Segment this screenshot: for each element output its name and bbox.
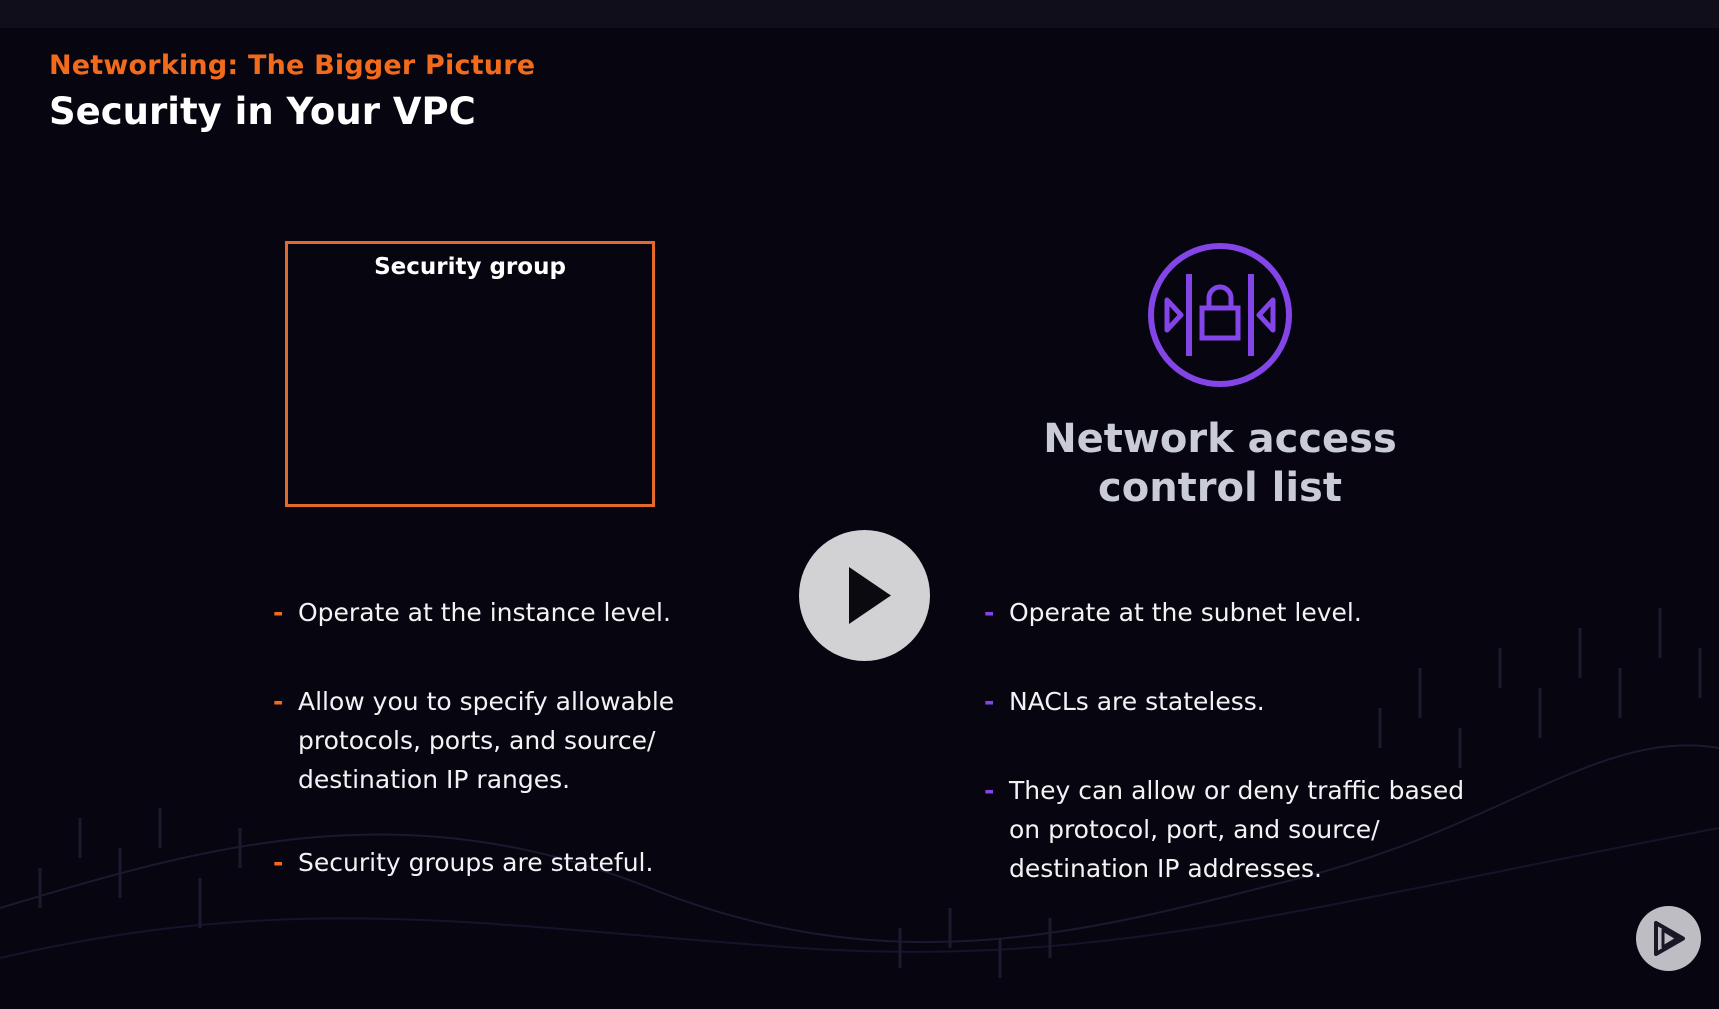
bullet-text: NACLs are stateless. xyxy=(1009,687,1265,716)
bullet-dash: - xyxy=(273,687,284,716)
bullet-dash: - xyxy=(984,776,995,805)
section-eyebrow: Networking: The Bigger Picture xyxy=(49,50,536,81)
security-group-label: Security group xyxy=(374,254,566,280)
security-group-box: Security group xyxy=(285,241,655,507)
bullet-text: Operate at the subnet level. xyxy=(1009,598,1362,627)
bullet-dash: - xyxy=(273,598,284,627)
nacl-title: Network access control list xyxy=(1043,416,1397,511)
bullet-text: Operate at the instance level. xyxy=(298,598,671,627)
nacl-bullet-2: - NACLs are stateless. xyxy=(984,682,1469,721)
slide: Networking: The Bigger Picture Security … xyxy=(0,28,1719,1009)
nacl-bullet-1: - Operate at the subnet level. xyxy=(984,593,1469,632)
bullet-dash: - xyxy=(984,598,995,627)
bullet-dash: - xyxy=(273,848,284,877)
lock-shield-icon xyxy=(1148,243,1292,387)
pluralsight-logo-icon xyxy=(1654,921,1685,956)
sg-bullet-3: - Security groups are stateful. xyxy=(273,843,718,882)
top-bar xyxy=(0,0,1719,28)
bullet-dash: - xyxy=(984,687,995,716)
bullet-text: They can allow or deny traffic based on … xyxy=(1009,776,1465,883)
play-icon xyxy=(849,567,891,624)
pluralsight-logo-button[interactable] xyxy=(1636,906,1701,971)
bullet-text: Security groups are stateful. xyxy=(298,848,654,877)
page-title: Security in Your VPC xyxy=(49,90,476,133)
bullet-text: Allow you to specify allowable protocols… xyxy=(298,687,675,794)
sg-bullet-2: - Allow you to specify allowable protoco… xyxy=(273,682,688,799)
nacl-bullet-3: - They can allow or deny traffic based o… xyxy=(984,771,1469,888)
play-button[interactable] xyxy=(799,530,930,661)
sg-bullet-1: - Operate at the instance level. xyxy=(273,593,718,632)
